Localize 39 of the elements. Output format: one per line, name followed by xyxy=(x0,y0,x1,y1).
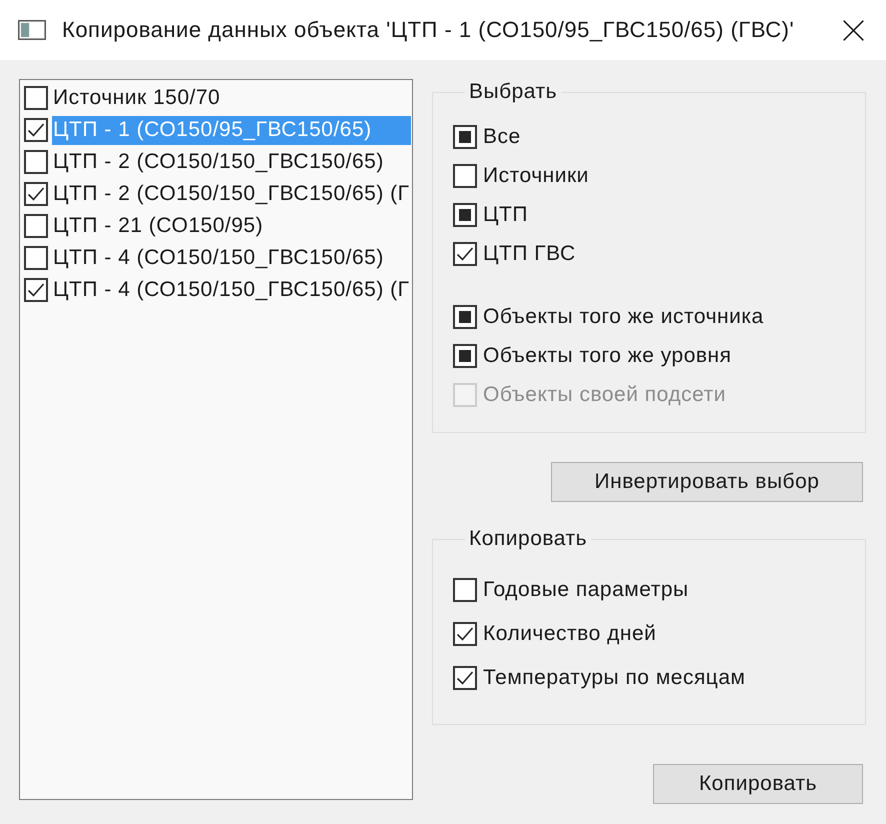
checkbox-label: Источники xyxy=(483,164,589,188)
checkbox-label: ЦТП xyxy=(483,202,528,226)
checkbox[interactable] xyxy=(453,304,477,328)
checkbox[interactable] xyxy=(24,246,48,270)
window-title: Копирование данных объекта 'ЦТП - 1 (СО150/95_ГВС150/65) (ГВС)' xyxy=(62,17,794,43)
checkbox-label: Температуры по месяцам xyxy=(483,666,746,690)
checkbox-label: Объекты своей подсети xyxy=(483,382,726,406)
window-icon xyxy=(18,20,46,40)
close-icon[interactable] xyxy=(843,20,864,40)
checkbox[interactable] xyxy=(453,344,477,368)
checkbox[interactable] xyxy=(453,202,477,226)
checkbox[interactable] xyxy=(24,182,48,206)
checkbox[interactable] xyxy=(24,278,48,302)
group-title: Копировать xyxy=(468,527,588,551)
list-item[interactable]: Источник 150/70 xyxy=(52,84,411,112)
checkbox-label: Количество дней xyxy=(483,622,656,646)
checkbox-label: Годовые параметры xyxy=(483,578,689,602)
list-item[interactable]: ЦТП - 2 (СО150/150_ГВС150/65) xyxy=(52,148,411,176)
checkbox[interactable] xyxy=(24,214,48,238)
copy-button[interactable]: Копировать xyxy=(653,764,863,804)
checkbox[interactable] xyxy=(24,86,48,110)
checkbox[interactable] xyxy=(453,124,477,148)
invert-selection-button[interactable]: Инвертировать выбор xyxy=(551,462,863,502)
checkbox-label: Объекты того же уровня xyxy=(483,344,732,368)
checkbox[interactable] xyxy=(453,164,477,188)
checkbox[interactable] xyxy=(24,150,48,174)
checkbox-label: Объекты того же источника xyxy=(483,304,764,328)
list-item[interactable]: ЦТП - 21 (СО150/95) xyxy=(52,212,411,240)
checkbox[interactable] xyxy=(453,578,477,602)
list-item[interactable]: ЦТП - 4 (СО150/150_ГВС150/65) (Г xyxy=(52,276,411,304)
checkbox[interactable] xyxy=(453,622,477,646)
checkbox[interactable] xyxy=(453,242,477,266)
checkbox-label: ЦТП ГВС xyxy=(483,242,576,266)
checkbox[interactable] xyxy=(24,118,48,142)
checkbox-label: Все xyxy=(483,124,521,148)
group-title: Выбрать xyxy=(468,80,558,104)
list-item[interactable]: ЦТП - 2 (СО150/150_ГВС150/65) (Г xyxy=(52,180,411,208)
list-item[interactable]: ЦТП - 4 (СО150/150_ГВС150/65) xyxy=(52,244,411,272)
checkbox[interactable] xyxy=(453,666,477,690)
